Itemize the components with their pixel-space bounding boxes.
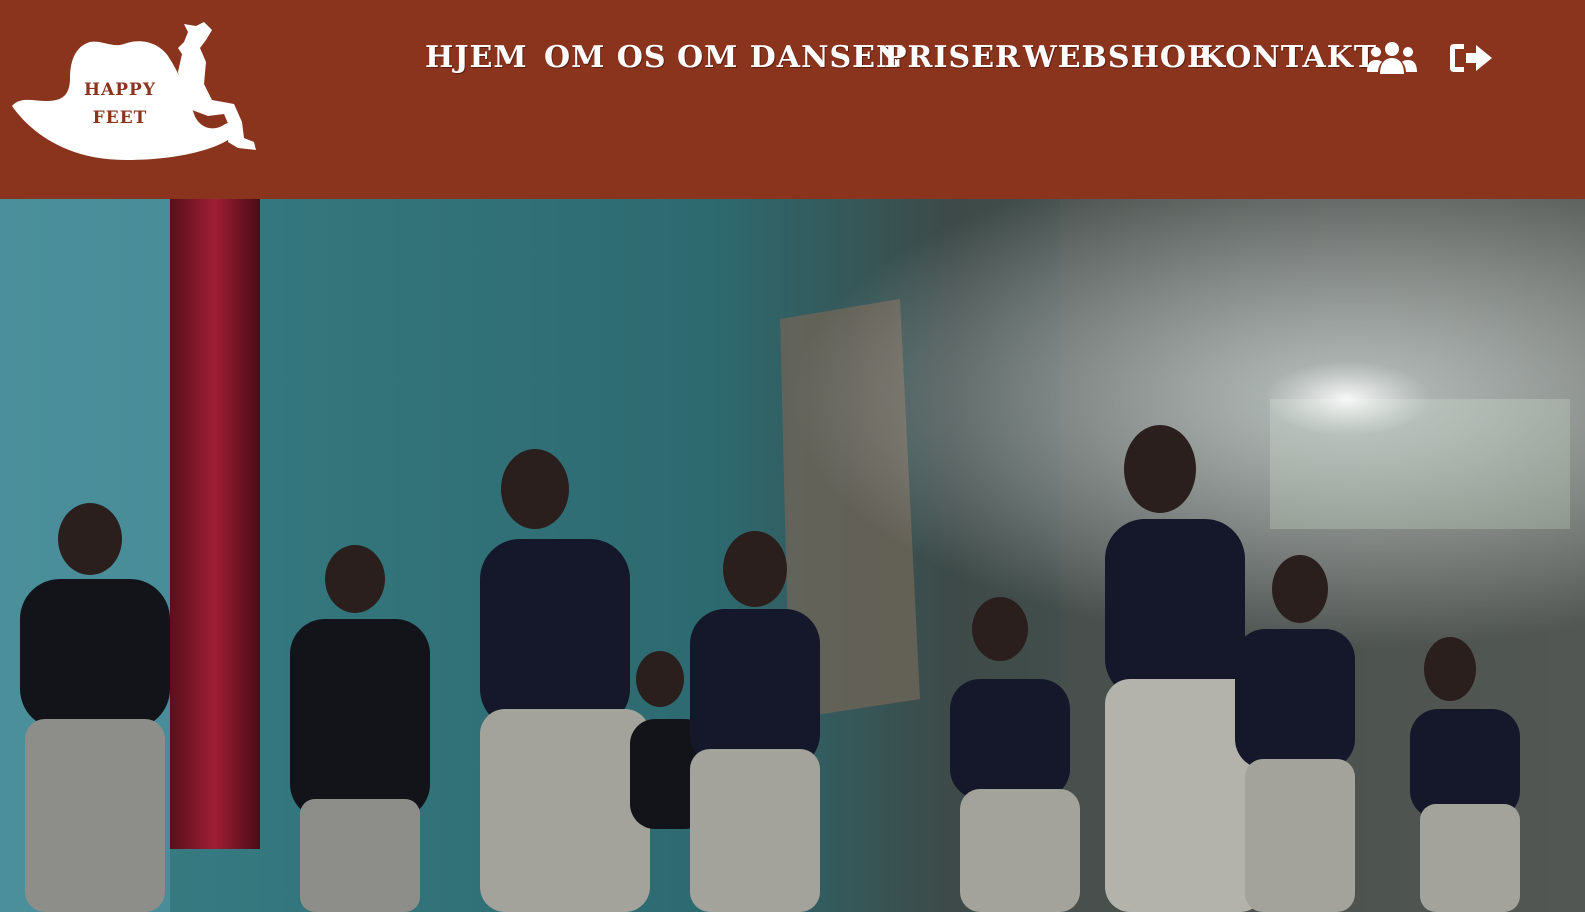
- users-icon[interactable]: [1365, 40, 1419, 76]
- nav-priser[interactable]: PRISER: [884, 36, 1021, 80]
- nav-om-os[interactable]: OM OS: [544, 36, 667, 80]
- hero-image: [0, 199, 1585, 912]
- dance-group-photo: [0, 199, 1585, 912]
- nav-kontakt[interactable]: KONTAKT: [1199, 36, 1377, 80]
- logo-text-happy: HAPPY: [84, 80, 156, 100]
- site-header: HAPPY FEET HJEM OM OS OM DANSEN PRISER W…: [0, 0, 1585, 199]
- sign-out-icon[interactable]: [1448, 40, 1502, 76]
- nav-om-dansen[interactable]: OM DANSEN: [677, 36, 904, 80]
- main-nav: HJEM OM OS OM DANSEN PRISER WEBSHOP KONT…: [0, 36, 1585, 80]
- nav-webshop[interactable]: WEBSHOP: [1023, 36, 1211, 80]
- logo-text-feet: FEET: [92, 108, 148, 128]
- nav-hjem[interactable]: HJEM: [425, 36, 528, 80]
